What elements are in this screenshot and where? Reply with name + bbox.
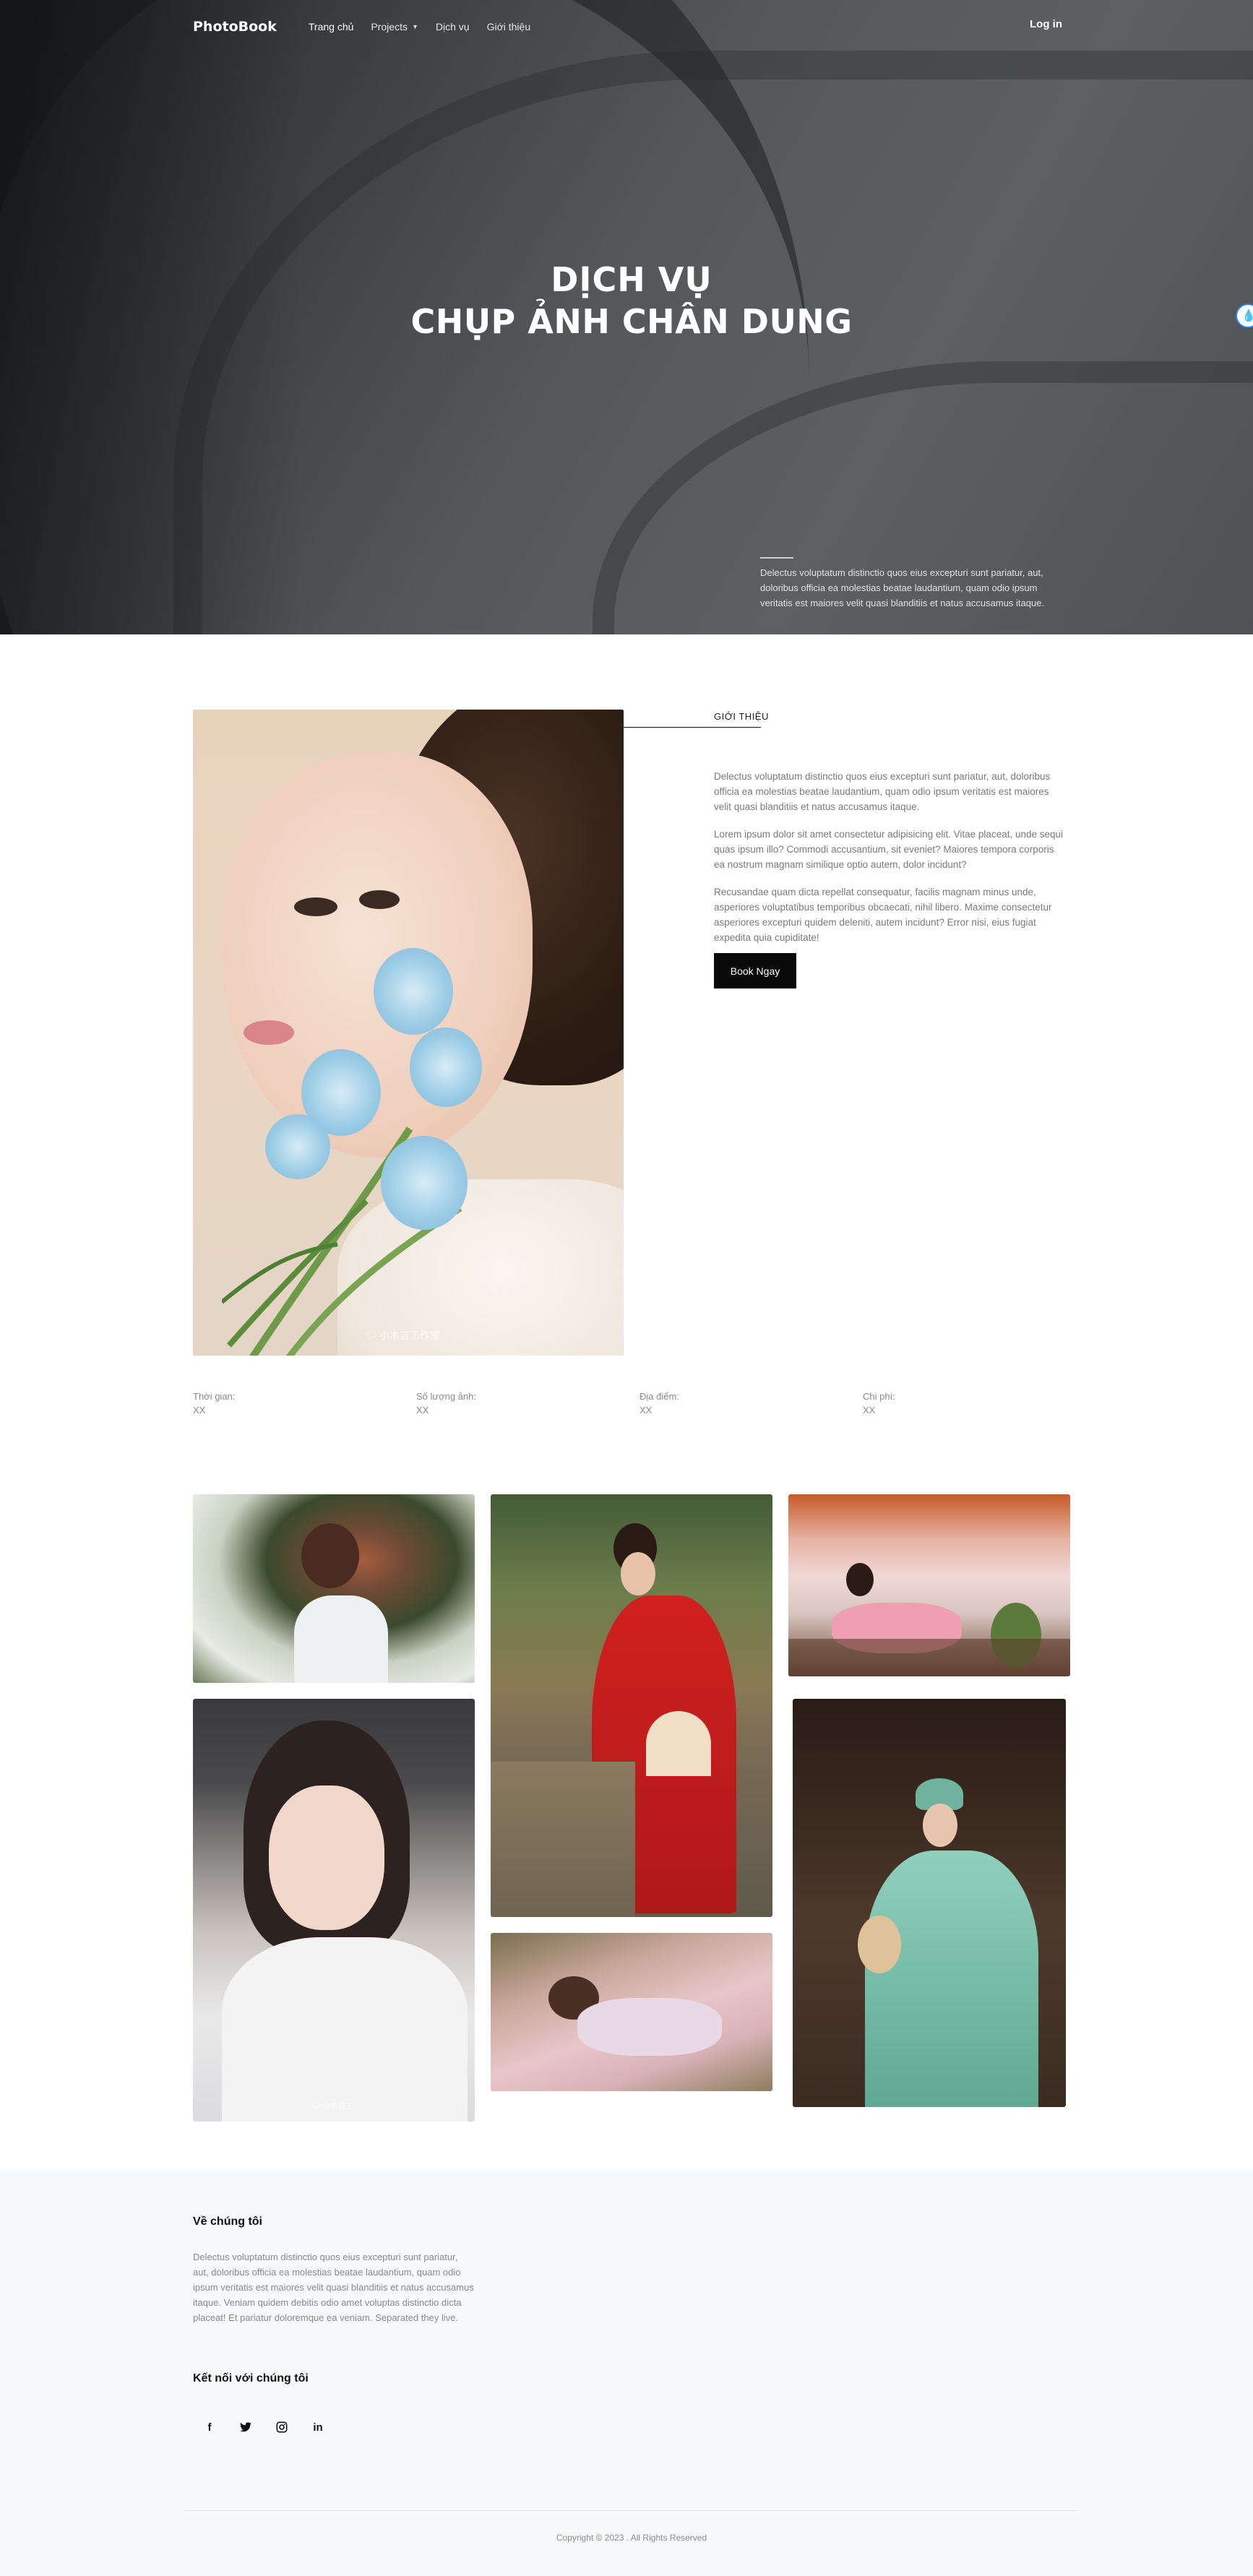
facebook-icon[interactable]: f	[195, 2413, 224, 2442]
hero-title-line1: DỊCH VỤ	[551, 260, 712, 299]
portrait-eye	[294, 897, 337, 916]
detail-label: Địa điểm:	[640, 1391, 679, 1402]
nav-item-home[interactable]: Trang chủ	[309, 21, 354, 33]
chevron-down-icon: ▼	[411, 23, 418, 30]
detail-time: Thời gian: XX	[193, 1390, 337, 1417]
intro-text: Delectus voluptatum distinctio quos eius…	[714, 769, 1067, 957]
hero-title: DỊCH VỤ CHỤP ẢNH CHÂN DUNG	[0, 259, 1253, 343]
portrait-eye	[359, 890, 400, 909]
hero-banner: PhotoBook Trang chủ Projects ▼ Dịch vụ Gi…	[0, 0, 1253, 634]
footer-about-title: Về chúng tôi	[193, 2215, 262, 2228]
gallery-image[interactable]: ◎ 小木吉工	[193, 1699, 475, 2121]
intro-paragraph: Delectus voluptatum distinctio quos eius…	[714, 771, 1051, 812]
portrait-watermark: ◎ 小木吉工作室	[366, 1330, 440, 1341]
detail-label: Thời gian:	[193, 1391, 236, 1402]
hero-title-line2: CHỤP ẢNH CHÂN DUNG	[410, 302, 853, 341]
top-nav: PhotoBook Trang chủ Projects ▼ Dịch vụ Gi…	[193, 16, 1060, 38]
footer-about-text: Delectus voluptatum distinctio quos eius…	[193, 2252, 474, 2323]
detail-value: XX	[416, 1405, 429, 1416]
hero-description: Delectus voluptatum distinctio quos eius…	[760, 567, 1045, 608]
nav-item-services[interactable]: Dịch vụ	[436, 21, 470, 33]
book-now-button[interactable]: Book Ngay	[714, 953, 796, 988]
detail-value: XX	[193, 1405, 206, 1416]
intro-label: GIỚI THIỆU	[714, 711, 769, 722]
login-link[interactable]: Log in	[1030, 18, 1062, 30]
detail-cost: Chi phí: XX	[863, 1390, 1007, 1417]
gallery-image[interactable]	[491, 1933, 772, 2091]
social-links: f in	[195, 2413, 340, 2442]
portrait-flower-stems	[222, 1127, 462, 1356]
footer-divider	[185, 2510, 1078, 2511]
detail-value: XX	[863, 1405, 876, 1416]
gallery-image[interactable]	[793, 1699, 1066, 2107]
detail-value: XX	[640, 1405, 653, 1416]
detail-label: Số lượng ảnh:	[416, 1391, 477, 1402]
portrait-flower	[374, 948, 453, 1035]
nav-item-about[interactable]: Giới thiệu	[487, 21, 531, 33]
nav-item-projects[interactable]: Projects ▼	[371, 21, 418, 33]
detail-photo-count: Số lượng ảnh: XX	[416, 1390, 561, 1417]
instagram-icon[interactable]	[267, 2413, 296, 2442]
logo[interactable]: PhotoBook	[193, 19, 277, 35]
portrait-flower	[410, 1028, 482, 1107]
gallery-image[interactable]	[788, 1494, 1070, 1676]
detail-location: Địa điểm: XX	[640, 1390, 784, 1417]
portrait-flower	[381, 1136, 468, 1230]
portrait-lips	[244, 1020, 294, 1045]
twitter-icon[interactable]	[231, 2413, 260, 2442]
gallery-image[interactable]	[491, 1494, 772, 1917]
copyright-text: Copyright © 2023 . All Rights Reserved	[556, 2533, 707, 2543]
portrait-flower	[265, 1114, 330, 1179]
footer	[0, 2170, 1253, 2576]
portrait-image: ◎ 小木吉工作室	[193, 710, 624, 1356]
intro-paragraph: Lorem ipsum dolor sit amet consectetur a…	[714, 829, 1064, 870]
footer-connect-title: Kết nối với chúng tôi	[193, 2372, 309, 2385]
hero-divider	[760, 557, 793, 559]
linkedin-icon[interactable]: in	[303, 2413, 332, 2442]
intro-paragraph: Recusandae quam dicta repellat consequat…	[714, 887, 1052, 943]
gallery-image[interactable]	[193, 1494, 475, 1683]
intro-divider	[624, 727, 761, 728]
detail-label: Chi phí:	[863, 1391, 895, 1402]
gallery-watermark: ◎ 小木吉工	[312, 2102, 355, 2111]
